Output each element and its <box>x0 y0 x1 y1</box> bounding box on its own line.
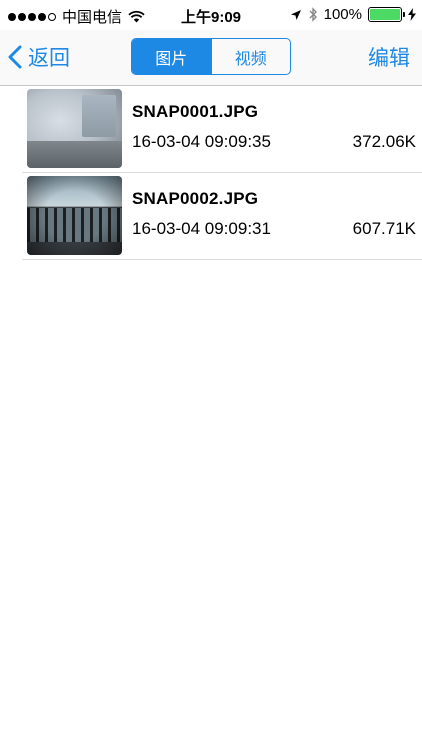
location-arrow-icon <box>290 9 301 20</box>
battery-icon <box>368 7 405 22</box>
status-bar: 中国电信 上午9:09 100% <box>0 0 422 30</box>
file-date: 16-03-04 09:09:31 <box>132 219 271 238</box>
thumbnail-image <box>27 89 122 168</box>
edit-button[interactable]: 编辑 <box>368 42 410 72</box>
file-date: 16-03-04 09:09:35 <box>132 132 271 151</box>
charging-bolt-icon <box>408 8 416 21</box>
back-button[interactable]: 返回 <box>8 42 70 72</box>
list-item[interactable]: SNAP0002.JPG 16-03-04 09:09:31 607.71K <box>22 173 422 260</box>
navigation-bar: 返回 图片 视频 编辑 <box>0 30 422 86</box>
battery-percent: 100% <box>323 6 362 23</box>
segment-videos[interactable]: 视频 <box>210 39 291 74</box>
chevron-left-icon <box>8 45 22 69</box>
segment-images[interactable]: 图片 <box>132 39 211 74</box>
file-size: 607.71K <box>352 219 416 238</box>
media-type-segmented-control: 图片 视频 <box>131 38 291 75</box>
file-list: SNAP0001.JPG 16-03-04 09:09:35 372.06K S… <box>0 86 422 260</box>
bluetooth-icon <box>309 7 317 22</box>
list-item[interactable]: SNAP0001.JPG 16-03-04 09:09:35 372.06K <box>22 86 422 173</box>
back-label: 返回 <box>28 47 70 70</box>
thumbnail-image <box>27 176 122 255</box>
file-size: 372.06K <box>352 132 416 151</box>
status-right: 100% <box>290 6 416 23</box>
file-name: SNAP0002.JPG <box>132 189 259 208</box>
file-name: SNAP0001.JPG <box>132 102 259 121</box>
